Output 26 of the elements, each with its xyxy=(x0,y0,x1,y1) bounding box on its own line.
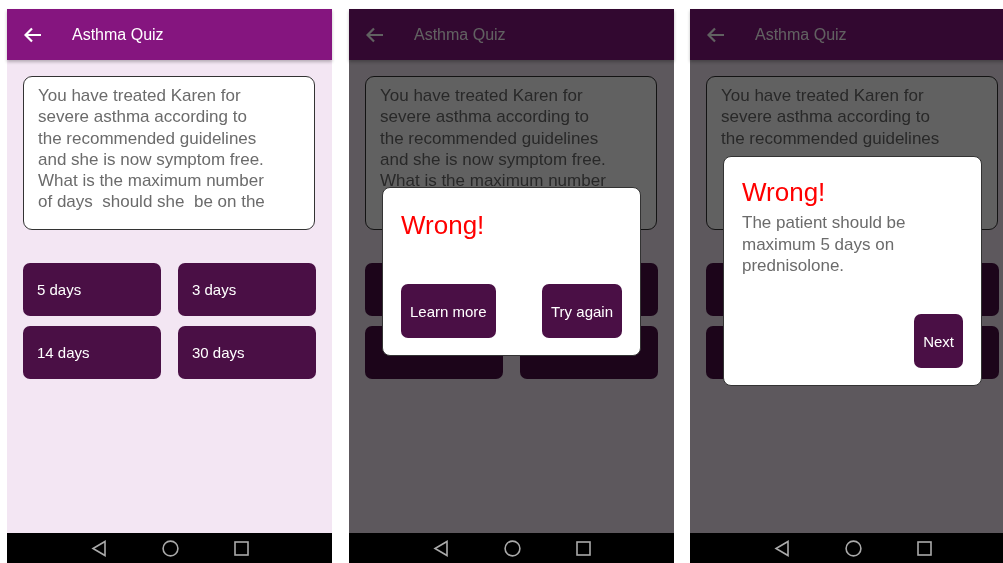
dialog-message: The patient should be maximum 5 days on prednisolone. xyxy=(742,212,907,277)
answer-button[interactable]: 30 days xyxy=(178,326,316,379)
answer-button[interactable]: 3 days xyxy=(178,263,316,316)
screen-title: Asthma Quiz xyxy=(414,25,506,44)
question-text: You have treated Karen for severe asthma according to the recommended guidelines xyxy=(721,85,941,149)
screen-title: Asthma Quiz xyxy=(755,25,847,44)
dialog-button[interactable]: Learn more xyxy=(401,284,496,338)
dialog-button[interactable]: Next xyxy=(914,314,963,368)
back-icon[interactable] xyxy=(90,539,107,557)
back-icon[interactable] xyxy=(773,539,790,557)
recents-icon[interactable] xyxy=(916,540,932,556)
screen-title: Asthma Quiz xyxy=(72,25,164,44)
recents-icon[interactable] xyxy=(233,540,249,556)
recents-icon[interactable] xyxy=(575,540,591,556)
question-text: You have treated Karen for severe asthma according to the recommended guidelines and she is now symptom free. What is the maximum number of days should she be on the xyxy=(38,85,266,213)
home-icon[interactable] xyxy=(503,539,521,557)
dialog-title: Wrong! xyxy=(742,177,827,208)
dialog-title: Wrong! xyxy=(401,210,486,241)
dialog-button[interactable]: Try again xyxy=(542,284,622,338)
home-icon[interactable] xyxy=(161,539,179,557)
answer-button[interactable]: 5 days xyxy=(23,263,161,316)
home-icon[interactable] xyxy=(844,539,862,557)
back-arrow-icon[interactable] xyxy=(24,26,42,43)
back-icon[interactable] xyxy=(432,539,449,557)
question-text: You have treated Karen for severe asthma according to the recommended guidelines and she is now symptom free. What is the maximum number xyxy=(380,85,607,192)
answer-button[interactable]: 14 days xyxy=(23,326,161,379)
